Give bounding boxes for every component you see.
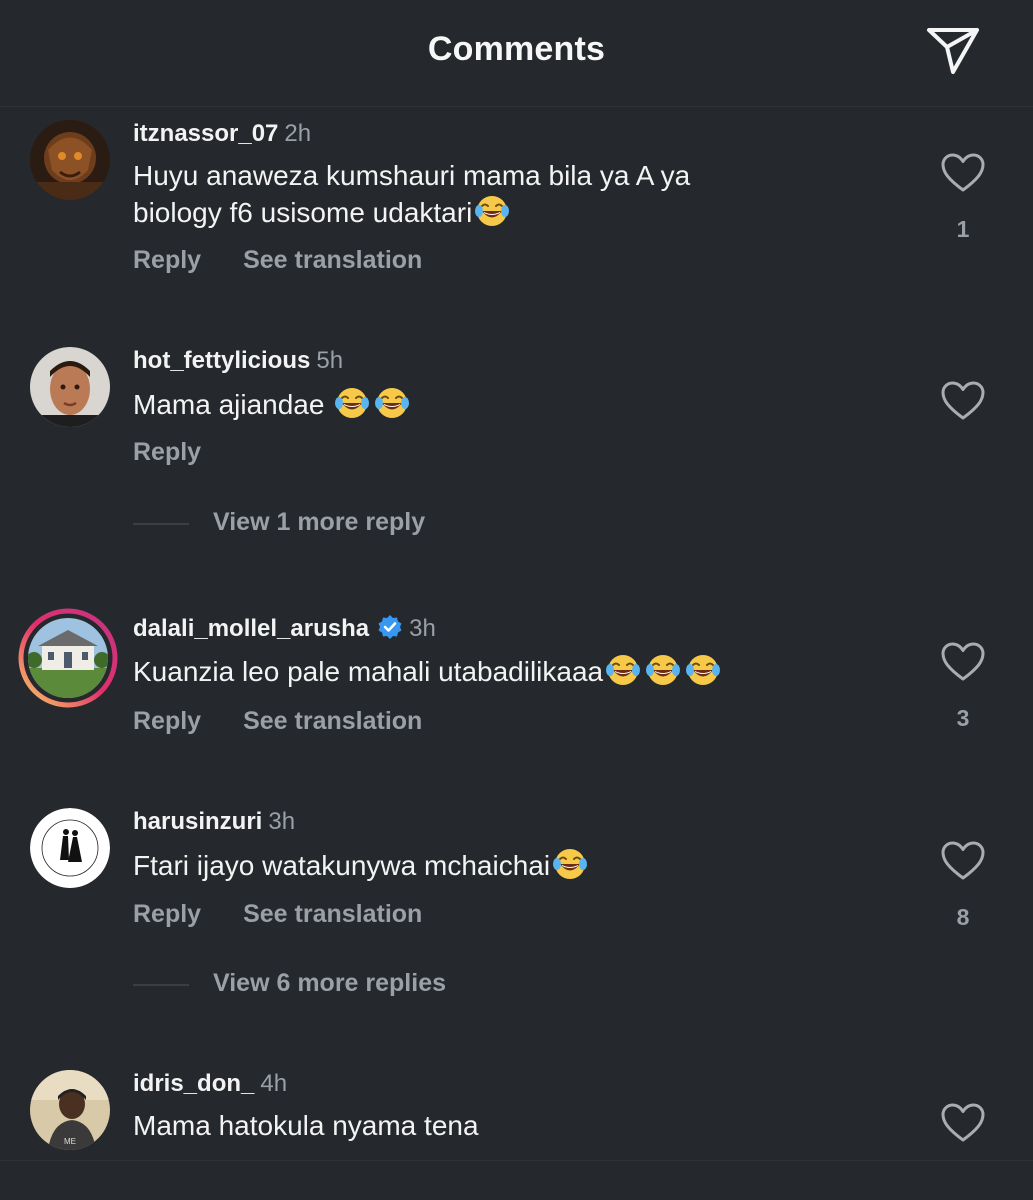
username[interactable]: dalali_mollel_arusha — [133, 615, 369, 642]
timestamp: 3h — [409, 615, 436, 642]
avatar[interactable] — [30, 808, 110, 888]
comment-text-line: Huyu anaweza kumshauri mama bila ya A ya — [133, 160, 691, 191]
username[interactable]: idris_don_ — [133, 1070, 254, 1097]
tears-of-joy-emoji-icon — [552, 846, 588, 882]
timestamp: 2h — [284, 120, 312, 147]
heart-icon[interactable] — [940, 641, 986, 683]
comment-text-line: Mama ajiandae — [133, 389, 325, 420]
timestamp: 3h — [268, 808, 296, 835]
tears-of-joy-emoji-icon — [474, 193, 510, 229]
like-count: 8 — [956, 904, 970, 930]
username[interactable]: hot_fettylicious — [133, 347, 310, 374]
reply-button[interactable]: Reply — [133, 246, 201, 275]
timestamp: 4h — [260, 1070, 288, 1097]
comment-text-line: Ftari ijayo watakunywa mchaichai — [133, 850, 551, 881]
send-icon[interactable] — [924, 24, 982, 78]
reply-button[interactable]: Reply — [133, 438, 201, 467]
story-ring-avatar[interactable] — [18, 608, 118, 708]
avatar[interactable] — [30, 347, 110, 427]
verified-badge-icon — [377, 614, 403, 640]
page-title: Comments — [427, 30, 606, 68]
see-translation-button[interactable]: See translation — [243, 900, 422, 929]
see-translation-button[interactable]: See translation — [243, 707, 422, 736]
svg-text:ME: ME — [64, 1137, 76, 1146]
tears-of-joy-emoji-icon — [645, 652, 681, 688]
avatar[interactable]: ME — [30, 1070, 110, 1150]
view-replies-button[interactable]: View 6 more replies — [133, 969, 633, 999]
divider — [0, 1160, 1033, 1161]
comment-text: Mama ajiandae — [133, 385, 893, 422]
comment-text: Huyu anaweza kumshauri mama bila ya A ya… — [133, 158, 893, 230]
header-bar: Comments — [0, 0, 1033, 107]
avatar[interactable] — [30, 120, 110, 200]
username[interactable]: itznassor_07 — [133, 120, 278, 147]
comment-text: Mama hatokula nyama tena — [133, 1108, 893, 1143]
heart-icon[interactable] — [940, 380, 986, 422]
comment-text: Kuanzia leo pale mahali utabadilikaaa — [133, 652, 893, 689]
comment-text-line: Mama hatokula nyama tena — [133, 1110, 479, 1141]
reply-button[interactable]: Reply — [133, 707, 201, 736]
heart-icon[interactable] — [940, 152, 986, 194]
view-replies-button[interactable]: View 1 more reply — [133, 508, 633, 538]
tears-of-joy-emoji-icon — [334, 385, 370, 421]
like-count: 3 — [956, 705, 970, 731]
divider — [133, 523, 189, 525]
username[interactable]: harusinzuri — [133, 808, 262, 835]
comment-text: Ftari ijayo watakunywa mchaichai — [133, 846, 893, 883]
tears-of-joy-emoji-icon — [605, 652, 641, 688]
view-replies-label[interactable]: View 1 more reply — [213, 508, 425, 537]
see-translation-button[interactable]: See translation — [243, 246, 422, 275]
heart-icon[interactable] — [940, 1102, 986, 1144]
timestamp: 5h — [316, 347, 344, 374]
comment-text-line: Kuanzia leo pale mahali utabadilikaaa — [133, 656, 604, 687]
tears-of-joy-emoji-icon — [685, 652, 721, 688]
comment-text-line: biology f6 usisome udaktari — [133, 197, 473, 228]
heart-icon[interactable] — [940, 840, 986, 882]
divider — [133, 984, 189, 986]
view-replies-label[interactable]: View 6 more replies — [213, 969, 446, 998]
like-count: 1 — [956, 216, 970, 242]
reply-button[interactable]: Reply — [133, 900, 201, 929]
tears-of-joy-emoji-icon — [374, 385, 410, 421]
